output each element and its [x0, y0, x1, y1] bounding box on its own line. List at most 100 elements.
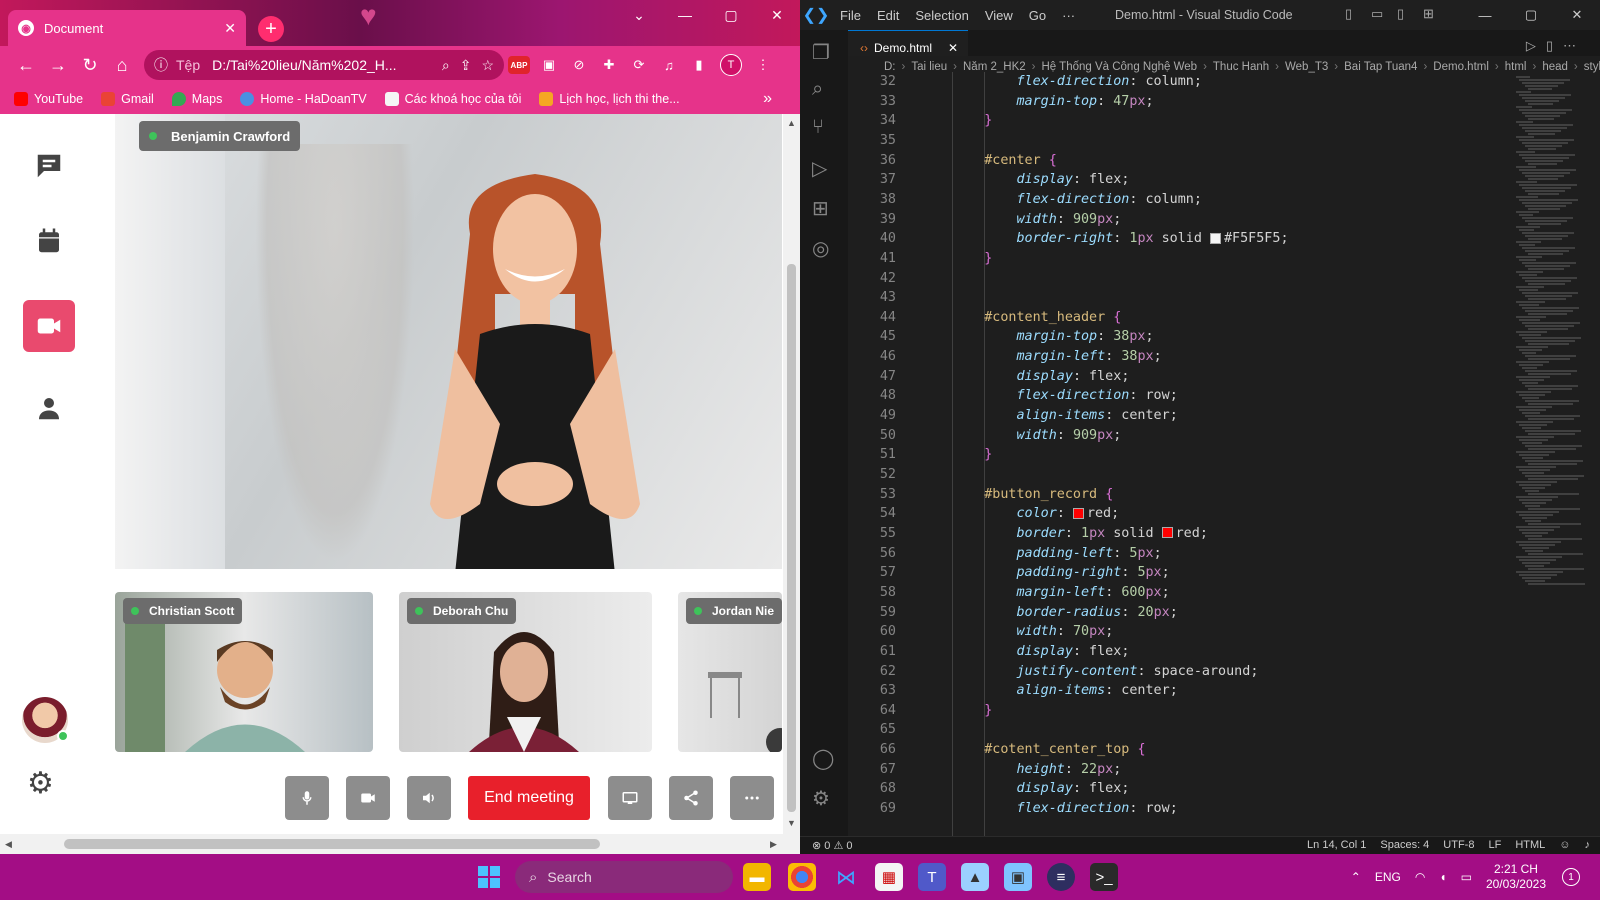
vscode-minimize-button[interactable]: — — [1462, 0, 1508, 30]
code-line[interactable]: 33 margin-top: 47px; — [848, 92, 1508, 112]
indentation[interactable]: Spaces: 4 — [1380, 839, 1429, 851]
user-avatar[interactable] — [22, 697, 69, 743]
vscode-taskbar-icon[interactable]: ⋈ — [832, 863, 860, 891]
scroll-up-arrow[interactable]: ▲ — [787, 118, 796, 128]
bookmark-maps[interactable]: Maps — [171, 92, 222, 106]
new-tab-button[interactable]: + — [258, 16, 284, 42]
explorer-icon[interactable]: ❐ — [812, 40, 830, 65]
scroll-left-arrow[interactable]: ◀ — [5, 839, 12, 850]
chevron-up-icon[interactable]: ⌃ — [1351, 870, 1361, 884]
code-line[interactable]: 39 width: 909px; — [848, 210, 1508, 230]
chat-icon[interactable] — [23, 140, 75, 192]
language-mode[interactable]: HTML — [1515, 839, 1545, 851]
extensions-icon[interactable]: ⊞ — [812, 196, 829, 221]
scroll-down-arrow[interactable]: ▼ — [787, 818, 796, 828]
notification-count[interactable]: 1 — [1562, 868, 1580, 886]
code-line[interactable]: 46 margin-left: 38px; — [848, 347, 1508, 367]
cursor-position[interactable]: Ln 14, Col 1 — [1307, 839, 1366, 851]
code-line[interactable]: 68 display: flex; — [848, 779, 1508, 799]
side-panel-icon[interactable]: ▮ — [684, 50, 714, 80]
photos-icon[interactable]: ▲ — [961, 863, 989, 891]
vscode-close-button[interactable]: ✕ — [1554, 0, 1600, 30]
code-line[interactable]: 44 #content_header { — [848, 308, 1508, 328]
code-line[interactable]: 50 width: 909px; — [848, 426, 1508, 446]
back-icon[interactable]: ← — [10, 49, 42, 81]
run-debug-icon[interactable]: ▷ — [812, 156, 827, 181]
editor-actions[interactable]: ▷▯⋯ — [1526, 38, 1586, 54]
clock[interactable]: 2:21 CH 20/03/2023 — [1486, 862, 1546, 892]
menu-more[interactable]: ··· — [1054, 8, 1083, 23]
feedback-icon[interactable]: ☺ — [1559, 839, 1570, 851]
minimize-button[interactable]: — — [662, 0, 708, 30]
language-indicator[interactable]: ENG — [1375, 870, 1401, 884]
encoding[interactable]: UTF-8 — [1443, 839, 1474, 851]
participant-tile[interactable]: Jordan Nie — [678, 592, 782, 752]
site-info-icon[interactable]: ⓘ — [154, 55, 168, 75]
code-line[interactable]: 67 height: 22px; — [848, 760, 1508, 780]
line-ending[interactable]: LF — [1488, 839, 1501, 851]
microphone-button[interactable] — [285, 776, 329, 820]
toggle-sidebar-icon[interactable]: ▯ — [1345, 6, 1371, 22]
screen-share-button[interactable] — [608, 776, 652, 820]
manage-gear-icon[interactable]: ⚙ — [812, 786, 830, 811]
code-line[interactable]: 40 border-right: 1px solid #F5F5F5; — [848, 229, 1508, 249]
search-icon[interactable]: ⌕ — [812, 78, 823, 101]
settings-gear-icon[interactable]: ⚙ — [27, 766, 54, 801]
share-icon[interactable]: ⇪ — [460, 57, 472, 74]
code-line[interactable]: 52 — [848, 465, 1508, 485]
horizontal-scroll-thumb[interactable] — [64, 839, 600, 849]
volume-icon[interactable]: ◖ — [1439, 870, 1446, 884]
accounts-icon[interactable]: ◯ — [812, 746, 834, 771]
zoom-icon[interactable]: ⌕ — [442, 57, 450, 74]
code-line[interactable]: 63 align-items: center; — [848, 681, 1508, 701]
adblock-extension-icon[interactable]: ABP — [508, 56, 530, 74]
code-line[interactable]: 49 align-items: center; — [848, 406, 1508, 426]
code-line[interactable]: 38 flex-direction: column; — [848, 190, 1508, 210]
scroll-right-arrow[interactable]: ▶ — [770, 839, 777, 850]
menu-selection[interactable]: Selection — [907, 8, 976, 23]
tab-close-icon[interactable]: ✕ — [224, 20, 236, 37]
code-line[interactable]: 56 padding-left: 5px; — [848, 544, 1508, 564]
close-button[interactable]: ✕ — [754, 0, 800, 30]
code-line[interactable]: 53 #button_record { — [848, 485, 1508, 505]
code-line[interactable]: 47 display: flex; — [848, 367, 1508, 387]
vertical-scroll-thumb[interactable] — [787, 264, 796, 812]
contacts-icon[interactable] — [23, 382, 75, 434]
code-line[interactable]: 36 #center { — [848, 151, 1508, 171]
address-bar[interactable]: ⓘ Tệp D:/Tai%20lieu/Năm%202_H... ⌕ ⇪ ☆ — [144, 50, 504, 80]
chrome-taskbar-icon[interactable] — [788, 863, 816, 891]
more-options-button[interactable] — [730, 776, 774, 820]
battery-icon[interactable]: ▭ — [1461, 870, 1472, 884]
home-icon[interactable]: ⌂ — [106, 49, 138, 81]
bookmark-gmail[interactable]: Gmail — [101, 92, 154, 106]
code-line[interactable]: 65 — [848, 720, 1508, 740]
bookmark-youtube[interactable]: YouTube — [14, 92, 83, 106]
page-vertical-scrollbar[interactable]: ▲ ▼ — [783, 114, 800, 834]
share-button[interactable] — [669, 776, 713, 820]
code-line[interactable]: 45 margin-top: 38px; — [848, 327, 1508, 347]
problems-indicator[interactable]: ⊗ 0 ⚠ 0 — [800, 839, 852, 852]
vscode-maximize-button[interactable]: ▢ — [1508, 0, 1554, 30]
bookmark-schedule[interactable]: Lịch học, lịch thi the... — [539, 92, 680, 106]
reload-icon[interactable]: ↻ — [74, 49, 106, 81]
code-line[interactable]: 32 flex-direction: column; — [848, 72, 1508, 92]
extension-compass-icon[interactable]: ⊘ — [564, 50, 594, 80]
code-line[interactable]: 55 border: 1px solid red; — [848, 524, 1508, 544]
menu-edit[interactable]: Edit — [869, 8, 907, 23]
source-control-icon[interactable]: ⑂ — [812, 116, 824, 139]
bookmark-star-icon[interactable]: ☆ — [481, 57, 494, 74]
code-line[interactable]: 43 — [848, 288, 1508, 308]
code-line[interactable]: 59 border-radius: 20px; — [848, 603, 1508, 623]
code-line[interactable]: 57 padding-right: 5px; — [848, 563, 1508, 583]
taskbar-search[interactable]: ⌕ Search — [515, 861, 733, 893]
code-line[interactable]: 66 #cotent_center_top { — [848, 740, 1508, 760]
minimap[interactable] — [1508, 72, 1588, 836]
code-line[interactable]: 64 } — [848, 701, 1508, 721]
participant-tile[interactable]: Deborah Chu — [399, 592, 652, 752]
extensions-puzzle-icon[interactable]: ✚ — [594, 50, 624, 80]
calendar-icon[interactable] — [23, 215, 75, 267]
file-explorer-icon[interactable]: ▬ — [743, 863, 771, 891]
code-line[interactable]: 51 } — [848, 445, 1508, 465]
bookmark-hadoantv[interactable]: Home - HaDoanTV — [240, 92, 367, 106]
code-editor[interactable]: 32 flex-direction: column; 33 margin-top:… — [848, 72, 1508, 836]
